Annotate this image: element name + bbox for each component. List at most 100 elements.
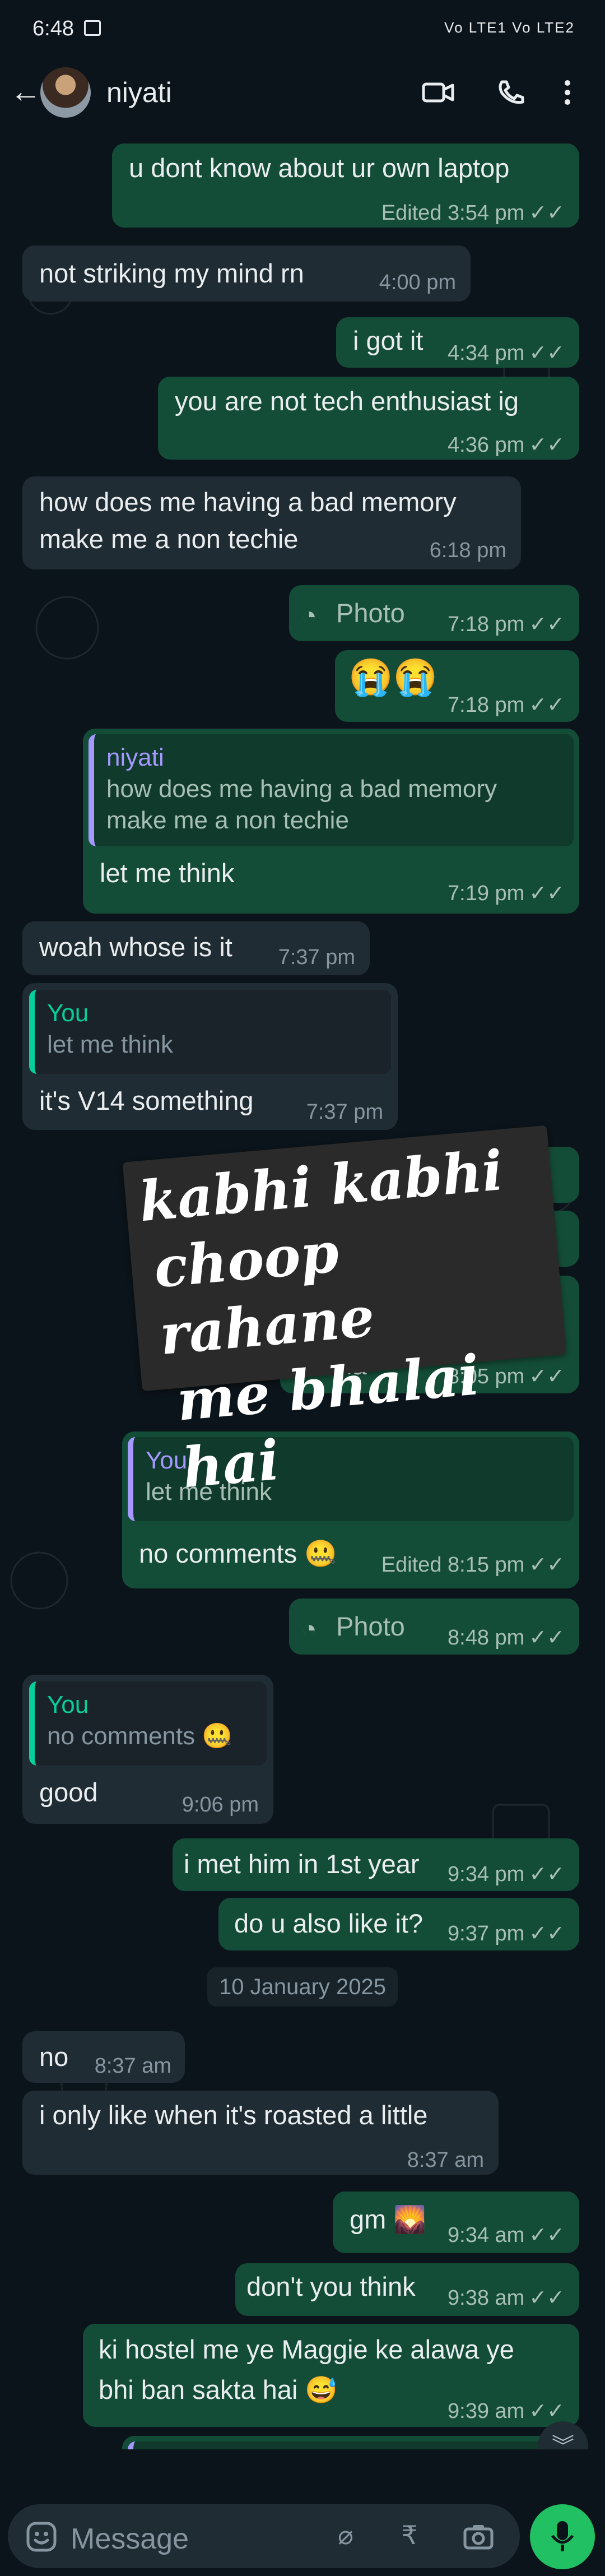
view-once-icon: ◔ [301, 1614, 317, 1643]
message-placeholder: Message [71, 2523, 189, 2555]
quoted-text: let me think [47, 1031, 173, 1058]
message-outgoing[interactable]: ki hostel me ye Maggie ke alawa ye bhi b… [83, 2324, 579, 2427]
message-emoji: 😭😭 [348, 657, 438, 697]
message-text: don't you think [246, 2272, 416, 2301]
sticker-emoji-icon[interactable] [26, 2521, 57, 2552]
message-incoming[interactable]: no 8:37 am [22, 2031, 185, 2083]
quoted-message[interactable]: You no comments 🤐 [29, 1681, 267, 1766]
message-text: gm 🌄 [350, 2204, 426, 2234]
message-time: Edited 3:54 pm [381, 201, 525, 225]
message-outgoing[interactable]: don't you think 9:38 am ✓✓ [235, 2263, 579, 2316]
message-time: 8:37 am [407, 2148, 484, 2172]
read-receipt-icon: ✓✓ [529, 2286, 565, 2310]
message-reply-outgoing[interactable]: niyati [122, 2436, 579, 2449]
message-incoming[interactable]: not striking my mind rn 4:00 pm [22, 245, 471, 302]
message-time: Edited 8:15 pm [381, 1553, 525, 1577]
quoted-text: how does me having a bad memory [106, 775, 497, 803]
status-bar: 6:48 Vo LTE1 Vo LTE2 [0, 0, 605, 62]
quoted-sender: You [47, 999, 89, 1027]
message-incoming[interactable]: woah whose is it 7:37 pm [22, 921, 370, 975]
quoted-text: no comments 🤐 [47, 1722, 233, 1750]
quoted-message[interactable]: niyati [128, 2441, 574, 2449]
camera-icon[interactable] [463, 2523, 494, 2550]
message-reply-incoming[interactable]: You let me think it's V14 something 7:37… [22, 983, 398, 1130]
quoted-sender: niyati [106, 744, 164, 771]
message-text: woah whose is it [39, 932, 232, 962]
message-text: no comments 🤐 [139, 1539, 337, 1568]
message-text: i got it [353, 326, 424, 355]
read-receipt-icon: ✓✓ [529, 693, 565, 717]
message-time: 4:00 pm [379, 271, 456, 294]
contact-name[interactable]: niyati [106, 76, 172, 109]
message-reply-incoming[interactable]: You no comments 🤐 good 9:06 pm [22, 1675, 273, 1824]
read-receipt-icon: ✓✓ [529, 341, 565, 365]
message-text: not striking my mind rn [39, 258, 304, 288]
message-text-line: make me a non techie [39, 524, 299, 554]
read-receipt-icon: ✓✓ [529, 1626, 565, 1650]
message-time: 7:37 pm [278, 946, 355, 969]
message-time: 9:06 pm [182, 1793, 259, 1817]
message-text: no [39, 2042, 69, 2072]
message-outgoing[interactable]: i met him in 1st year 9:34 pm ✓✓ [173, 1838, 579, 1891]
message-time: 8:37 am [94, 2054, 171, 2078]
quoted-sender: You [47, 1691, 89, 1718]
read-receipt-icon: ✓✓ [529, 1922, 565, 1945]
message-text: let me think [100, 858, 235, 888]
message-reply-outgoing[interactable]: niyati how does me having a bad memory m… [83, 729, 579, 914]
message-photo[interactable]: ◔ Photo 7:18 pm ✓✓ [289, 585, 579, 641]
quoted-message[interactable]: You let me think [29, 990, 391, 1074]
quoted-text: make me a non techie [106, 807, 349, 834]
read-receipt-icon: ✓✓ [529, 1553, 565, 1577]
message-photo[interactable]: ◔ Photo 8:48 pm ✓✓ [289, 1599, 579, 1655]
voice-call-icon[interactable] [494, 78, 528, 106]
message-time: 7:18 pm [448, 613, 525, 636]
avatar[interactable] [40, 67, 91, 118]
message-time: 4:36 pm [448, 433, 525, 457]
microphone-icon [551, 2521, 574, 2551]
message-text-line: ki hostel me ye Maggie ke alawa ye [99, 2334, 514, 2364]
message-input[interactable]: Message ⌀ ₹ [8, 2504, 520, 2568]
read-receipt-icon: ✓✓ [529, 201, 565, 225]
date-separator: 10 January 2025 [207, 1967, 398, 2007]
message-outgoing[interactable]: 😭😭 7:18 pm ✓✓ [335, 650, 579, 722]
message-text: i met him in 1st year [184, 1849, 420, 1879]
message-text: i only like when it's roasted a little [39, 2100, 428, 2130]
back-arrow-icon[interactable]: ← [10, 76, 41, 107]
message-incoming[interactable]: i only like when it's roasted a little 8… [22, 2091, 499, 2175]
status-time: 6:48 [32, 17, 74, 40]
message-time: 9:38 am [448, 2286, 525, 2310]
view-once-icon: ◔ [301, 601, 317, 630]
message-incoming[interactable]: how does me having a bad memory make me … [22, 476, 521, 569]
message-time: 6:18 pm [429, 539, 506, 562]
message-time: 4:34 pm [448, 341, 525, 365]
message-composer: Message ⌀ ₹ [0, 2449, 605, 2576]
message-text: you are not tech enthusiast ig [175, 386, 519, 416]
voice-message-button[interactable] [530, 2504, 595, 2569]
video-call-icon[interactable] [421, 78, 455, 106]
text-sticker[interactable]: kabhi kabhi choop rahane me bhalai hai [122, 1125, 567, 1500]
message-outgoing[interactable]: do u also like it? 9:37 pm ✓✓ [218, 1898, 579, 1950]
signal-indicators: Vo LTE1 Vo LTE2 [444, 19, 575, 36]
message-time: 9:37 pm [448, 1922, 525, 1945]
quoted-message[interactable]: niyati how does me having a bad memory m… [89, 734, 574, 846]
attach-icon[interactable]: ⌀ [332, 2521, 360, 2549]
message-outgoing[interactable]: i got it 4:34 pm ✓✓ [336, 317, 579, 368]
message-text-line: how does me having a bad memory [39, 487, 457, 517]
message-text-line: bhi ban sakta hai 😅 [99, 2375, 338, 2404]
payment-icon[interactable]: ₹ [395, 2521, 424, 2549]
message-outgoing[interactable]: you are not tech enthusiast ig 4:36 pm ✓✓ [158, 377, 579, 460]
message-time: 7:19 pm [448, 882, 525, 905]
message-time: 9:34 am [448, 2223, 525, 2247]
read-receipt-icon: ✓✓ [529, 1862, 565, 1886]
read-receipt-icon: ✓✓ [529, 2223, 565, 2247]
message-time: 7:37 pm [306, 1100, 383, 1124]
message-text: u dont know about ur own laptop [129, 153, 510, 183]
chat-header: ← niyati [0, 62, 605, 123]
message-text: Photo [336, 1611, 405, 1641]
message-outgoing[interactable]: u dont know about ur own laptop Edited 3… [112, 143, 579, 228]
read-receipt-icon: ✓✓ [529, 433, 565, 457]
gallery-notification-icon [84, 20, 101, 36]
message-outgoing[interactable]: gm 🌄 9:34 am ✓✓ [333, 2192, 579, 2253]
more-options-icon[interactable] [559, 78, 576, 106]
message-text: do u also like it? [234, 1908, 424, 1938]
